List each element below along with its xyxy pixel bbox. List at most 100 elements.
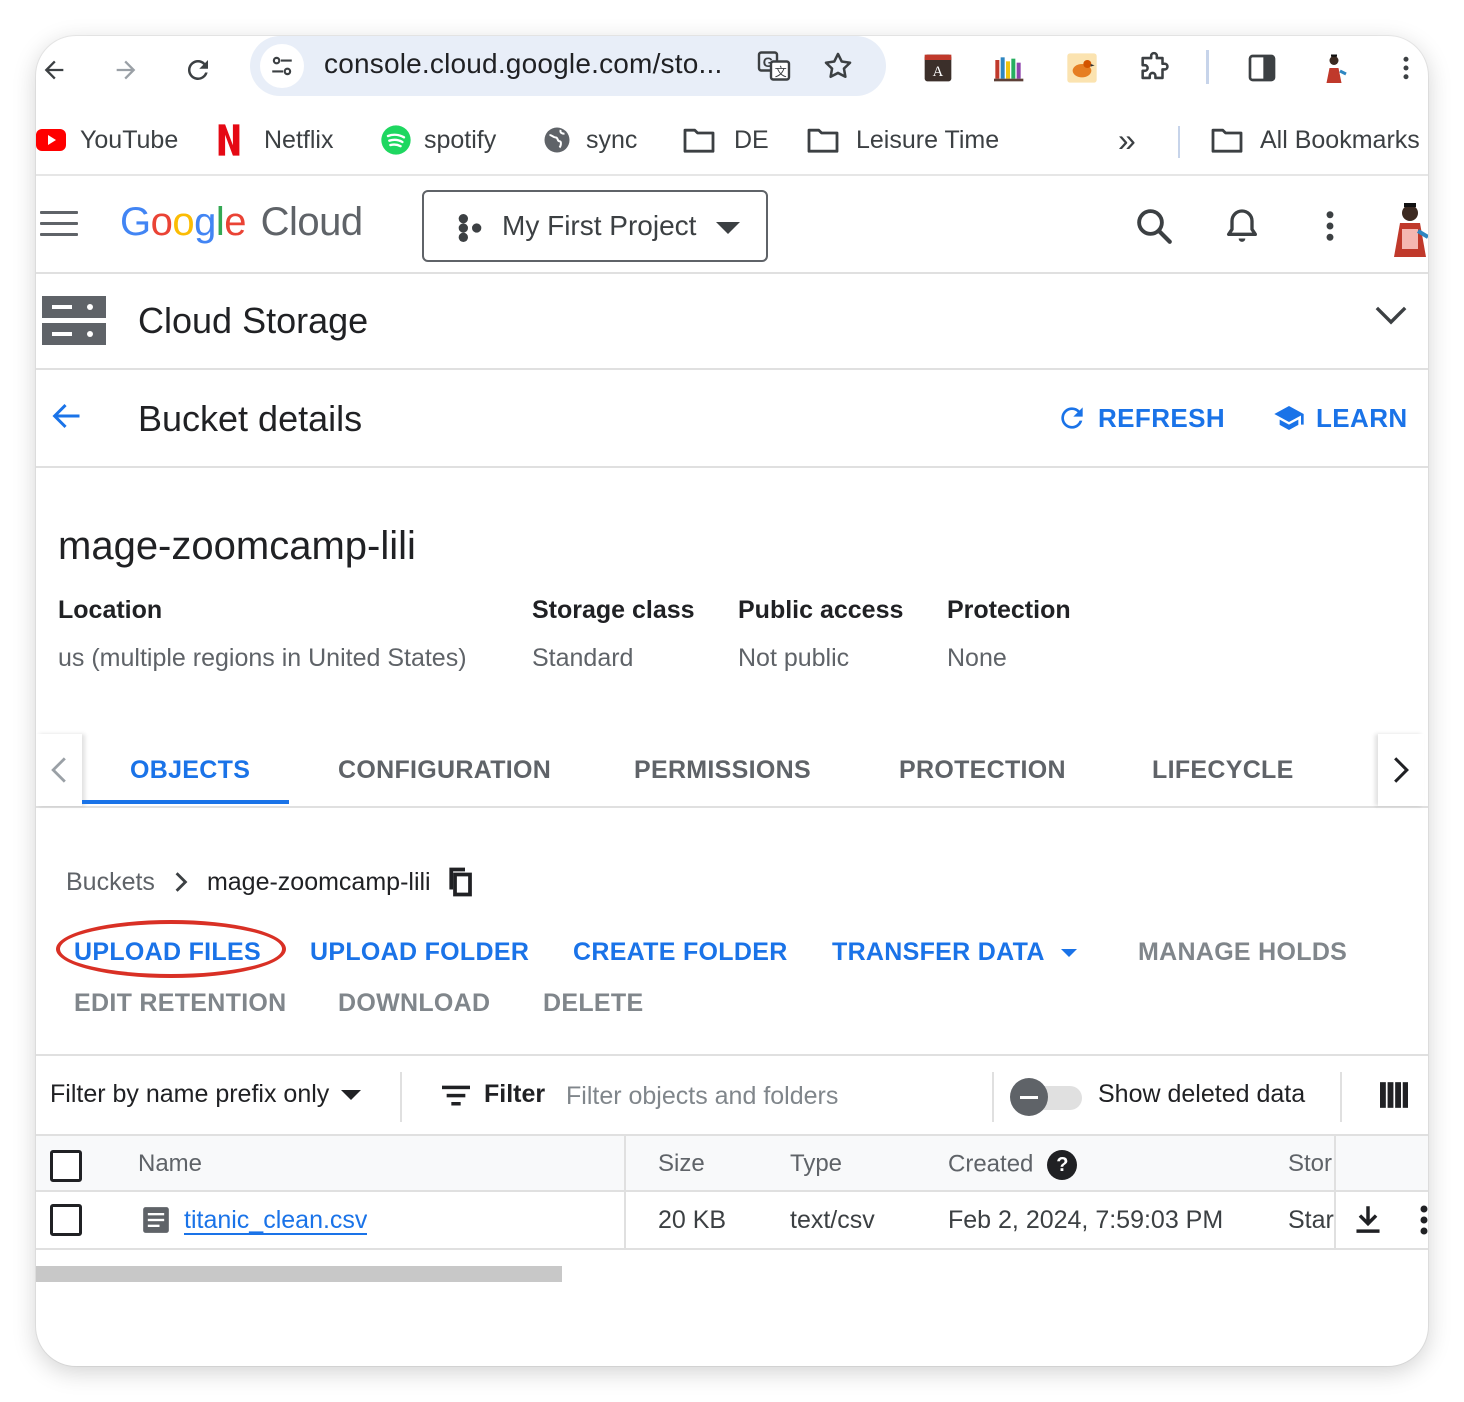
school-icon [1272,402,1306,434]
bookmark-spotify[interactable]: spotify [380,120,496,160]
upload-files-button[interactable]: UPLOAD FILES [74,938,261,967]
bookmark-label: sync [586,125,638,154]
file-storage-class: Star [1288,1206,1334,1234]
active-tab-indicator [82,800,289,804]
product-title: Cloud Storage [138,300,369,341]
search-icon [1137,209,1172,244]
create-folder-button[interactable]: CREATE FOLDER [573,938,788,967]
chevron-left-icon [51,757,66,783]
row-checkbox[interactable] [50,1204,82,1236]
translate-button[interactable]: G文 [752,44,796,88]
edit-retention-button[interactable]: EDIT RETENTION [74,989,287,1018]
protection-label: Protection [947,596,1071,624]
arrow-left-icon [44,60,64,80]
extension-bird-button[interactable] [1060,46,1104,90]
google-wordmark: Google [120,200,247,244]
chevron-down-icon [1375,306,1407,325]
tab-configuration[interactable]: CONFIGURATION [338,756,551,785]
side-panel-button[interactable] [1240,46,1284,90]
extension-dictionary-button[interactable]: A [916,46,960,90]
show-deleted-toggle[interactable] [1010,1078,1084,1116]
bucket-tabs: OBJECTS CONFIGURATION PERMISSIONS PROTEC… [36,734,1428,808]
bird-extension-icon [1067,53,1097,83]
bookmark-folder-leisure[interactable]: Leisure Time [806,120,999,160]
filter-mode-select[interactable]: Filter by name prefix only [50,1080,362,1109]
browser-menu-button[interactable] [1384,46,1428,90]
main-menu-button[interactable] [40,206,78,244]
extension-books-button[interactable] [988,46,1032,90]
youtube-icon [36,129,66,151]
learn-button[interactable]: LEARN [1272,402,1408,434]
file-name-link[interactable]: titanic_clean.csv [184,1206,367,1235]
tab-lifecycle[interactable]: LIFECYCLE [1152,756,1294,785]
tabs-scroll-right-button[interactable] [1378,734,1424,806]
refresh-button[interactable]: REFRESH [1056,402,1225,434]
row-more-button[interactable] [1418,1204,1428,1243]
transfer-data-button[interactable]: TRANSFER DATA [832,938,1077,967]
all-bookmarks-button[interactable]: All Bookmarks [1210,120,1420,160]
bookmark-folder-de[interactable]: DE [682,120,769,160]
tab-protection[interactable]: PROTECTION [899,756,1066,785]
svg-text:A: A [933,64,944,80]
download-file-button[interactable] [1354,1204,1382,1241]
chevron-right-icon [1394,757,1409,783]
help-icon[interactable]: ? [1047,1150,1078,1180]
download-button[interactable]: DOWNLOAD [338,989,490,1018]
tab-objects[interactable]: OBJECTS [130,756,250,785]
bookmark-sync[interactable]: sync [542,120,637,160]
column-header-created[interactable]: Created? [948,1150,1078,1180]
page-title: Bucket details [138,398,363,439]
filter-input[interactable] [566,1074,976,1118]
notifications-button[interactable] [1218,202,1266,250]
console-header: Google Cloud My First Project [36,178,1428,274]
profile-button[interactable] [1312,46,1356,90]
globe-icon [542,125,572,155]
browser-window: console.cloud.google.com/sto... G文 A You… [36,36,1428,1366]
filter-button[interactable]: Filter [442,1080,545,1109]
url-text[interactable]: console.cloud.google.com/sto... [324,48,722,80]
bookmarks-overflow-button[interactable]: » [1118,120,1136,160]
column-header-type[interactable]: Type [790,1150,842,1178]
breadcrumb-current: mage-zoomcamp-lili [206,867,431,896]
star-icon [824,52,852,79]
site-settings-button[interactable] [260,44,304,88]
extensions-button[interactable] [1132,46,1176,90]
storage-icon [42,296,106,351]
bookmark-star-button[interactable] [816,44,860,88]
manage-holds-button[interactable]: MANAGE HOLDS [1138,938,1347,967]
upload-folder-button[interactable]: UPLOAD FOLDER [310,938,529,967]
reload-button[interactable] [172,44,224,96]
horizontal-scrollbar[interactable] [36,1266,562,1282]
console-more-button[interactable] [1306,202,1354,250]
google-cloud-logo[interactable]: Google Cloud [120,200,363,245]
copy-bucket-name-button[interactable] [447,867,473,897]
column-display-button[interactable] [1380,1082,1408,1113]
search-button[interactable] [1130,202,1178,250]
select-all-checkbox[interactable] [50,1150,82,1182]
column-header-size[interactable]: Size [658,1150,705,1178]
public-access-label: Public access [738,596,904,624]
tabs-scroll-left-button[interactable] [36,734,82,806]
file-name[interactable]: titanic_clean.csv [184,1206,367,1234]
back-to-buckets-button[interactable] [48,398,84,439]
bookmark-youtube[interactable]: YouTube [36,120,178,160]
project-picker[interactable]: My First Project [422,190,768,262]
column-header-name[interactable]: Name [138,1150,202,1178]
column-header-storage[interactable]: Stor [1288,1150,1334,1178]
breadcrumb-buckets-link[interactable]: Buckets [66,868,155,897]
account-avatar[interactable] [1386,196,1428,260]
bookmark-netflix[interactable]: Netflix [216,120,333,160]
address-bar[interactable]: console.cloud.google.com/sto... G文 [250,36,886,96]
folder-icon [1210,126,1244,154]
learn-label: LEARN [1316,402,1408,433]
bookmark-label: DE [734,125,769,154]
table-row[interactable]: titanic_clean.csv 20 KB text/csv Feb 2, … [36,1192,1428,1250]
bookmark-label: Leisure Time [856,125,1000,154]
forward-button[interactable] [100,44,152,96]
filter-label: Filter [484,1080,546,1108]
delete-button[interactable]: DELETE [543,989,643,1018]
menu-icon [40,211,78,214]
product-expand-button[interactable] [1374,304,1408,331]
back-button[interactable] [36,44,80,96]
tab-permissions[interactable]: PERMISSIONS [634,756,811,785]
